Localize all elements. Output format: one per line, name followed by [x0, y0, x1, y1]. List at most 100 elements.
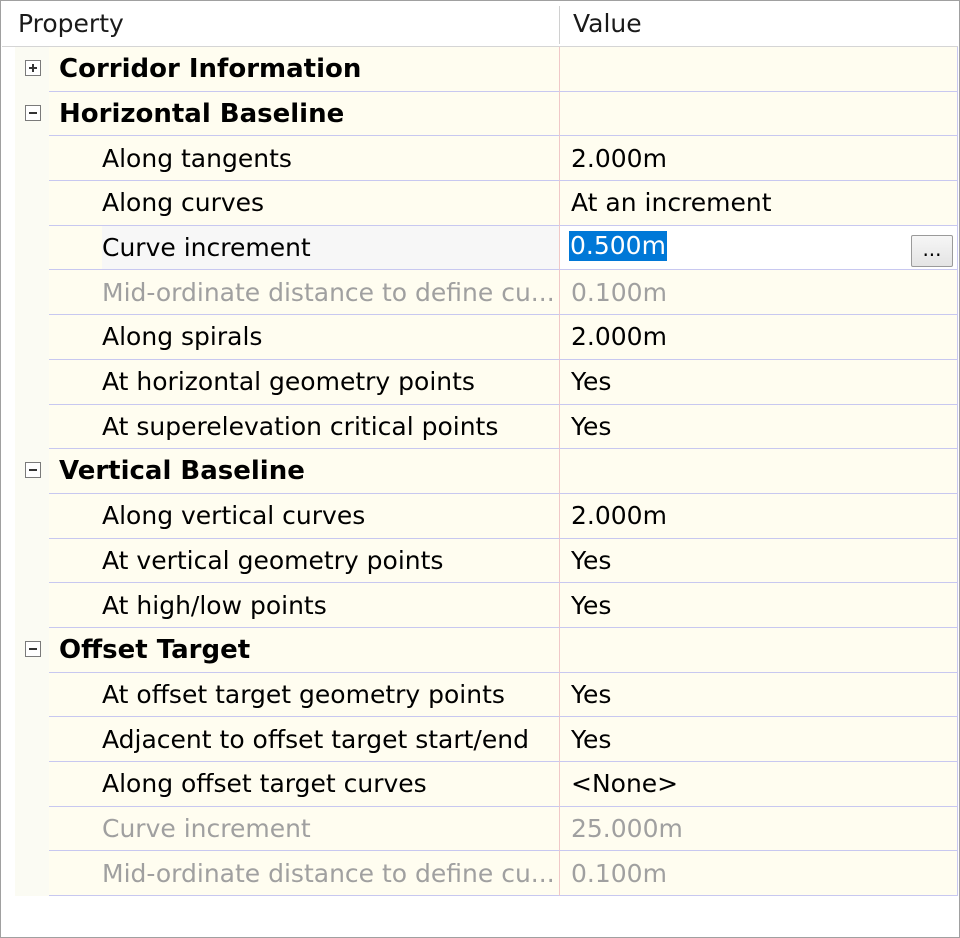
row-gutter: [15, 851, 49, 897]
property-row-mid-ordinate-distance-to-define-cu[interactable]: Mid-ordinate distance to define cu... 0.1…: [2, 270, 958, 316]
column-divider[interactable]: [559, 6, 560, 44]
collapse-icon[interactable]: [25, 104, 41, 121]
row-gutter: [15, 717, 49, 762]
value-cell[interactable]: 2.000m: [559, 315, 958, 360]
row-gutter: [15, 315, 49, 360]
property-grid: Property Value Corridor Information Horiz…: [0, 0, 960, 938]
property-cell[interactable]: Corridor Information: [49, 47, 559, 92]
property-label: Along spirals: [102, 322, 263, 352]
property-cell[interactable]: At vertical geometry points: [49, 538, 559, 584]
property-cell[interactable]: Offset Target: [49, 627, 559, 673]
property-cell[interactable]: At superelevation critical points: [49, 404, 559, 450]
property-row-along-tangents[interactable]: Along tangents 2.000m: [2, 136, 958, 182]
property-row-curve-increment[interactable]: Curve increment 0.500m...: [2, 225, 958, 271]
collapse-icon[interactable]: [25, 462, 41, 479]
property-label: Along tangents: [102, 143, 292, 173]
value-cell[interactable]: Yes: [559, 359, 958, 405]
category-label: Vertical Baseline: [59, 456, 305, 487]
property-cell[interactable]: At horizontal geometry points: [49, 359, 559, 405]
property-cell[interactable]: At offset target geometry points: [49, 672, 559, 718]
category-row-vertical-baseline[interactable]: Vertical Baseline: [2, 449, 958, 494]
property-row-along-vertical-curves[interactable]: Along vertical curves 2.000m: [2, 493, 958, 539]
property-row-along-curves[interactable]: Along curves At an increment: [2, 181, 958, 226]
property-label: Adjacent to offset target start/end: [102, 724, 529, 754]
property-label: Mid-ordinate distance to define cu...: [102, 858, 554, 888]
property-value: Yes: [571, 679, 612, 709]
property-column-header[interactable]: Property: [18, 2, 124, 46]
property-cell[interactable]: Along vertical curves: [49, 493, 559, 539]
value-cell[interactable]: 2.000m: [559, 136, 958, 182]
property-value: 2.000m: [571, 501, 667, 531]
category-row-horizontal-baseline[interactable]: Horizontal Baseline: [2, 91, 958, 137]
category-row-offset-target[interactable]: Offset Target: [2, 627, 958, 673]
value-cell: 0.100m: [559, 270, 958, 316]
property-cell[interactable]: Along curves: [49, 181, 559, 226]
expand-icon[interactable]: [25, 60, 41, 76]
row-gutter: [15, 270, 49, 316]
property-cell[interactable]: At high/low points: [49, 583, 559, 628]
grid-header: Property Value: [2, 2, 958, 47]
property-cell[interactable]: Curve increment: [49, 806, 559, 852]
value-cell[interactable]: Yes: [559, 672, 958, 718]
selected-value-text[interactable]: 0.500m: [569, 230, 667, 261]
property-row-at-offset-target-geometry-points[interactable]: At offset target geometry points Yes: [2, 672, 958, 718]
property-label: At high/low points: [102, 590, 327, 620]
row-gutter: [15, 538, 49, 584]
collapse-icon[interactable]: [25, 640, 41, 657]
property-value: At an increment: [571, 188, 772, 218]
grid-body: Corridor Information Horizontal Baseline A…: [2, 47, 958, 897]
property-value: 2.000m: [571, 322, 667, 352]
property-cell[interactable]: Horizontal Baseline: [49, 91, 559, 137]
property-cell[interactable]: Along offset target curves: [49, 762, 559, 807]
value-cell[interactable]: <None>: [559, 762, 958, 807]
value-column-header[interactable]: Value: [573, 2, 642, 46]
property-value: <None>: [571, 769, 679, 799]
row-gutter: [15, 181, 49, 226]
value-cell: [559, 449, 958, 494]
property-value: Yes: [571, 545, 612, 575]
category-label: Corridor Information: [59, 53, 362, 84]
property-value: 0.100m: [571, 277, 667, 307]
row-gutter: [15, 91, 49, 137]
property-row-at-horizontal-geometry-points[interactable]: At horizontal geometry points Yes: [2, 359, 958, 405]
category-row-corridor-information[interactable]: Corridor Information: [2, 47, 958, 92]
property-value: Yes: [571, 367, 612, 397]
value-cell[interactable]: Yes: [559, 404, 958, 450]
property-cell[interactable]: Along spirals: [49, 315, 559, 360]
row-gutter: [15, 225, 49, 271]
property-row-at-vertical-geometry-points[interactable]: At vertical geometry points Yes: [2, 538, 958, 584]
property-cell[interactable]: Along tangents: [49, 136, 559, 182]
property-cell[interactable]: Mid-ordinate distance to define cu...: [49, 851, 559, 897]
property-label: Curve increment: [102, 814, 311, 844]
value-cell[interactable]: Yes: [559, 583, 958, 628]
property-cell[interactable]: Curve increment: [49, 225, 566, 271]
property-cell[interactable]: Vertical Baseline: [49, 449, 559, 494]
property-row-mid-ordinate-distance-to-define-cu[interactable]: Mid-ordinate distance to define cu... 0.1…: [2, 851, 958, 897]
category-label: Horizontal Baseline: [59, 98, 345, 129]
value-cell: [559, 47, 958, 92]
property-row-along-offset-target-curves[interactable]: Along offset target curves <None>: [2, 762, 958, 807]
row-gutter: [15, 47, 49, 92]
property-row-curve-increment[interactable]: Curve increment 25.000m: [2, 806, 958, 852]
property-value: Yes: [571, 724, 612, 754]
value-cell[interactable]: Yes: [559, 538, 958, 584]
property-row-along-spirals[interactable]: Along spirals 2.000m: [2, 315, 958, 360]
value-cell: [559, 91, 958, 137]
property-label: At horizontal geometry points: [102, 367, 475, 397]
property-cell[interactable]: Mid-ordinate distance to define cu...: [49, 270, 559, 316]
property-row-adjacent-to-offset-target-start-end[interactable]: Adjacent to offset target start/end Yes: [2, 717, 958, 762]
property-row-at-superelevation-critical-points[interactable]: At superelevation critical points Yes: [2, 404, 958, 450]
property-cell[interactable]: Adjacent to offset target start/end: [49, 717, 559, 762]
value-edit-field[interactable]: 0.500m...: [560, 225, 957, 270]
value-cell[interactable]: Yes: [559, 717, 958, 762]
value-cell[interactable]: 2.000m: [559, 493, 958, 539]
row-gutter: [15, 627, 49, 673]
property-label: Along offset target curves: [102, 769, 427, 799]
property-label: Curve increment: [102, 233, 311, 263]
ellipsis-button[interactable]: ...: [911, 234, 953, 267]
value-cell[interactable]: 0.500m...: [559, 225, 958, 271]
property-label: At superelevation critical points: [102, 411, 499, 441]
value-cell[interactable]: At an increment: [559, 181, 958, 226]
row-gutter: [15, 449, 49, 494]
property-row-at-high-low-points[interactable]: At high/low points Yes: [2, 583, 958, 628]
